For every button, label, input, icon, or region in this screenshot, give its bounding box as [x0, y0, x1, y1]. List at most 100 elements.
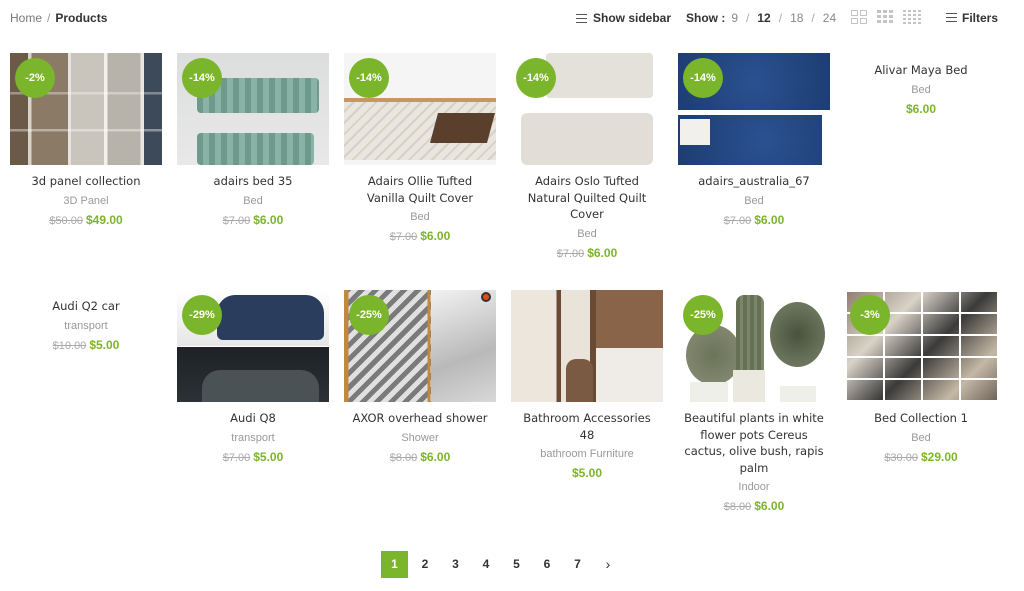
- product-title[interactable]: 3d panel collection: [10, 173, 162, 190]
- product-category[interactable]: Indoor: [678, 481, 830, 493]
- show-sidebar-button[interactable]: Show sidebar: [576, 11, 671, 25]
- product-title[interactable]: Alivar Maya Bed: [845, 62, 997, 79]
- product-title[interactable]: Adairs Ollie Tufted Vanilla Quilt Cover: [344, 173, 496, 206]
- discount-badge: -14%: [182, 58, 222, 98]
- sale-price: $5.00: [253, 449, 284, 464]
- old-price: $7.00: [222, 451, 251, 464]
- product-category[interactable]: bathroom Furniture: [511, 448, 663, 460]
- product-category[interactable]: 3D Panel: [10, 195, 162, 207]
- per-page-label: Show :: [686, 11, 726, 25]
- product-title[interactable]: AXOR overhead shower: [344, 410, 496, 427]
- product-category[interactable]: transport: [10, 320, 162, 332]
- product-image[interactable]: -25%: [678, 290, 830, 402]
- discount-badge: -14%: [349, 58, 389, 98]
- product-title[interactable]: adairs_australia_67: [678, 173, 830, 190]
- product-price: $7.00 $6.00: [344, 229, 496, 243]
- sale-price: $29.00: [920, 449, 958, 464]
- menu-icon: [576, 13, 587, 23]
- sale-price: $6.00: [754, 499, 785, 513]
- sale-price: $6.00: [420, 449, 451, 464]
- discount-badge: -14%: [683, 58, 723, 98]
- per-page-18[interactable]: 18: [790, 11, 803, 25]
- per-page-selector: Show : 9 / 12 / 18 / 24: [686, 11, 836, 25]
- product-title[interactable]: Audi Q2 car: [10, 298, 162, 315]
- page-2[interactable]: 2: [412, 551, 439, 578]
- old-price: $10.00: [52, 339, 87, 352]
- product-title[interactable]: Bathroom Accessories 48: [511, 410, 663, 443]
- grid-2-columns-icon[interactable]: [851, 10, 867, 24]
- page-1[interactable]: 1: [381, 551, 408, 578]
- old-price: $7.00: [556, 247, 585, 260]
- product-image[interactable]: -29%: [177, 290, 329, 402]
- product-card: -29% Audi Q8 transport $7.00 $5.00: [177, 290, 329, 464]
- product-category[interactable]: Bed: [177, 195, 329, 207]
- product-image[interactable]: -3%: [845, 290, 997, 402]
- product-price: $7.00 $6.00: [511, 246, 663, 260]
- discount-badge: -25%: [349, 295, 389, 335]
- filters-button[interactable]: Filters: [946, 11, 998, 25]
- shop-toolbar: Home / Products Show sidebar Show : 9 / 12…: [0, 0, 1024, 36]
- sale-price: $6.00: [587, 245, 618, 260]
- discount-badge: -25%: [683, 295, 723, 335]
- old-price: $7.00: [389, 231, 418, 243]
- old-price: $7.00: [723, 214, 752, 227]
- sale-price: $6.00: [253, 212, 284, 227]
- product-price: $10.00 $5.00: [10, 338, 162, 352]
- product-title[interactable]: adairs bed 35: [177, 173, 329, 190]
- discount-badge: -2%: [15, 58, 55, 98]
- product-image[interactable]: -25%: [344, 290, 496, 402]
- product-card: -14% Adairs Oslo Tufted Natural Quilted …: [511, 53, 663, 260]
- product-price: $7.00 $5.00: [177, 450, 329, 464]
- per-page-9[interactable]: 9: [731, 11, 738, 25]
- product-card: Bathroom Accessories 48 bathroom Furnitu…: [511, 290, 663, 480]
- product-title[interactable]: Bed Collection 1: [845, 410, 997, 427]
- sale-price: $5.00: [571, 466, 603, 480]
- page-5[interactable]: 5: [503, 551, 530, 578]
- product-price: $8.00 $6.00: [678, 499, 830, 513]
- product-image[interactable]: -14%: [177, 53, 329, 165]
- product-title[interactable]: Beautiful plants in white flower pots Ce…: [678, 410, 830, 476]
- sale-price: $49.00: [85, 212, 123, 227]
- product-category[interactable]: transport: [177, 432, 329, 444]
- product-category[interactable]: Bed: [845, 84, 997, 96]
- grid-3-columns-icon[interactable]: [877, 10, 893, 23]
- sale-price: $6.00: [420, 229, 451, 243]
- product-category[interactable]: Shower: [344, 432, 496, 444]
- sale-price: $6.00: [754, 212, 785, 227]
- product-price: $5.00: [511, 466, 663, 480]
- product-image[interactable]: [511, 290, 663, 402]
- per-page-24[interactable]: 24: [823, 11, 836, 25]
- product-category[interactable]: Bed: [845, 432, 997, 444]
- product-category[interactable]: Bed: [344, 211, 496, 223]
- product-price: $50.00 $49.00: [10, 213, 162, 227]
- page-6[interactable]: 6: [534, 551, 561, 578]
- page-3[interactable]: 3: [442, 551, 469, 578]
- product-price: $8.00 $6.00: [344, 450, 496, 464]
- per-page-12[interactable]: 12: [757, 11, 770, 25]
- product-image[interactable]: -14%: [344, 53, 496, 165]
- breadcrumb-home-link[interactable]: Home: [10, 11, 42, 25]
- old-price: $30.00: [884, 451, 918, 464]
- product-card: -25% Beautiful plants in white flower po…: [678, 290, 830, 513]
- page-4[interactable]: 4: [473, 551, 500, 578]
- separator: /: [746, 11, 750, 25]
- product-category[interactable]: Bed: [511, 228, 663, 240]
- product-title[interactable]: Audi Q8: [177, 410, 329, 427]
- discount-badge: -29%: [182, 295, 222, 335]
- product-card: -14% Adairs Ollie Tufted Vanilla Quilt C…: [344, 53, 496, 243]
- product-price: $7.00 $6.00: [678, 213, 830, 227]
- product-image[interactable]: -14%: [678, 53, 830, 165]
- product-image[interactable]: -2%: [10, 53, 162, 165]
- product-card: -3% Bed Collection 1 Bed $30.00 $29.00: [845, 290, 997, 464]
- product-card: -25% AXOR overhead shower Shower $8.00 $6…: [344, 290, 496, 464]
- product-price: $6.00: [845, 102, 997, 116]
- sale-price: $6.00: [905, 101, 937, 116]
- page-7[interactable]: 7: [564, 551, 591, 578]
- next-page-chevron-icon[interactable]: ›: [595, 551, 622, 578]
- discount-badge: -3%: [850, 295, 890, 335]
- product-category[interactable]: Bed: [678, 195, 830, 207]
- product-image[interactable]: -14%: [511, 53, 663, 165]
- grid-4-columns-icon[interactable]: [903, 10, 921, 24]
- pagination: 1 2 3 4 5 6 7 ›: [381, 551, 625, 578]
- product-title[interactable]: Adairs Oslo Tufted Natural Quilted Quilt…: [511, 173, 663, 223]
